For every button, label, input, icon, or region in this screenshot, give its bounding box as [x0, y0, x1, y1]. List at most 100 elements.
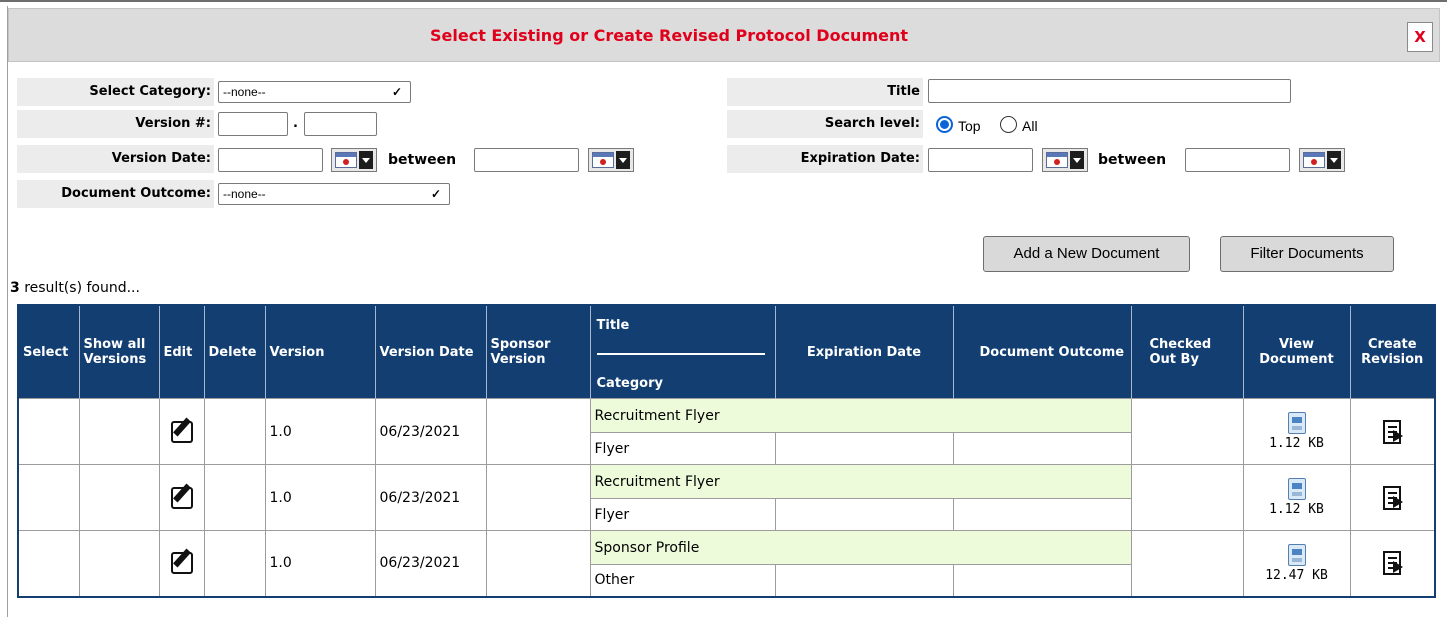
outcome-select[interactable]: --none-- ✓ — [218, 183, 450, 205]
select-cell[interactable] — [17, 530, 80, 597]
edit-icon[interactable] — [170, 552, 193, 575]
create-revision-icon[interactable] — [1383, 485, 1404, 510]
header-title-category: Title Category — [590, 305, 776, 399]
delete-cell[interactable] — [203, 530, 266, 597]
header-edit: Edit — [159, 305, 205, 399]
title-cell: Recruitment Flyer — [589, 398, 1132, 433]
word-document-icon[interactable] — [1287, 543, 1306, 566]
dropdown-arrow-icon — [1070, 151, 1084, 169]
version-date-to-input[interactable] — [474, 148, 579, 172]
create-revision-icon[interactable] — [1383, 551, 1404, 576]
header-version-date: Version Date — [375, 305, 487, 399]
checked-out-by-cell — [1130, 398, 1244, 465]
expiration-date-cell — [774, 564, 954, 597]
create-revision-cell[interactable] — [1349, 464, 1436, 531]
category-select-value: --none-- — [223, 85, 266, 99]
outcome-label: Document Outcome: — [17, 180, 214, 208]
search-level-top-radio[interactable] — [936, 116, 953, 133]
version-label: Version #: — [17, 110, 214, 138]
edit-cell[interactable] — [158, 530, 205, 597]
create-revision-cell[interactable] — [1349, 530, 1436, 597]
table-row: 1.0 06/23/2021 Recruitment Flyer 1.12 KB — [17, 464, 1436, 531]
delete-cell[interactable] — [203, 398, 266, 465]
header-expiration-date: Expiration Date — [775, 305, 954, 399]
checked-out-by-cell — [1130, 530, 1244, 597]
show-all-versions-cell[interactable] — [78, 530, 160, 597]
sponsor-version-cell — [485, 398, 591, 465]
category-label: Select Category: — [17, 78, 214, 106]
search-level-all-radio[interactable] — [1000, 116, 1017, 133]
version-cell: 1.0 — [264, 464, 376, 531]
delete-cell[interactable] — [203, 464, 266, 531]
expiration-date-to-input[interactable] — [1185, 148, 1290, 172]
filter-documents-button[interactable]: Filter Documents — [1220, 236, 1394, 272]
view-document-cell[interactable]: 1.12 KB — [1242, 464, 1351, 531]
show-all-versions-cell[interactable] — [78, 398, 160, 465]
header-sponsor-version: Sponsor Version — [486, 305, 591, 399]
show-all-versions-cell[interactable] — [78, 464, 160, 531]
dialog-title: Select Existing or Create Revised Protoc… — [430, 26, 908, 45]
search-level-all-label: All — [1022, 118, 1038, 134]
version-cell: 1.0 — [264, 398, 376, 465]
table-header-row: Select Show all Versions Edit Delete Ver… — [18, 305, 1435, 399]
calendar-icon — [335, 152, 357, 168]
dropdown-arrow-icon — [616, 151, 630, 169]
file-size: 1.12 KB — [1269, 436, 1324, 451]
version-date-to-calendar-button[interactable] — [588, 148, 634, 172]
category-cell: Flyer — [589, 498, 776, 531]
calendar-icon — [1303, 152, 1325, 168]
documents-table: Select Show all Versions Edit Delete Ver… — [17, 304, 1436, 598]
edit-cell[interactable] — [158, 398, 205, 465]
expiration-date-to-calendar-button[interactable] — [1299, 148, 1345, 172]
results-number: 3 — [10, 280, 20, 296]
create-revision-icon[interactable] — [1383, 419, 1404, 444]
file-size: 12.47 KB — [1265, 567, 1328, 583]
header-title: Title — [596, 318, 630, 333]
category-select[interactable]: --none-- ✓ — [218, 81, 411, 103]
search-level-label: Search level: — [727, 110, 923, 138]
expiration-date-label: Expiration Date: — [727, 145, 923, 173]
select-cell[interactable] — [17, 464, 80, 531]
version-minor-input[interactable] — [304, 112, 377, 136]
results-suffix: result(s) found... — [19, 280, 140, 296]
expiration-date-from-calendar-button[interactable] — [1042, 148, 1088, 172]
sponsor-version-cell — [485, 530, 591, 597]
version-date-from-input[interactable] — [218, 148, 323, 172]
dropdown-arrow-icon — [1327, 151, 1341, 169]
view-document-cell[interactable]: 12.47 KB — [1242, 530, 1351, 597]
edit-icon[interactable] — [170, 486, 193, 509]
header-category: Category — [596, 376, 663, 391]
close-button[interactable]: X — [1407, 22, 1433, 52]
category-cell: Other — [589, 564, 776, 597]
table-row: 1.0 06/23/2021 Sponsor Profile 12.47 KB — [17, 530, 1436, 597]
search-level-top-label: Top — [958, 118, 981, 134]
document-outcome-cell — [952, 564, 1132, 597]
title-input[interactable] — [928, 79, 1291, 103]
version-date-from-calendar-button[interactable] — [331, 148, 377, 172]
sponsor-version-cell — [485, 464, 591, 531]
version-date-cell: 06/23/2021 — [374, 398, 487, 465]
edit-icon[interactable] — [170, 420, 193, 443]
calendar-icon — [592, 152, 614, 168]
outcome-select-value: --none-- — [223, 187, 266, 201]
version-date-cell: 06/23/2021 — [374, 530, 487, 597]
add-new-document-button[interactable]: Add a New Document — [983, 236, 1190, 272]
rtf-document-icon[interactable] — [1287, 412, 1306, 434]
expiration-date-from-input[interactable] — [928, 148, 1033, 172]
checked-out-by-cell — [1130, 464, 1244, 531]
title-cell: Recruitment Flyer — [589, 464, 1132, 499]
view-document-cell[interactable]: 1.12 KB — [1242, 398, 1351, 465]
header-version: Version — [265, 305, 376, 399]
rtf-document-icon[interactable] — [1287, 478, 1306, 500]
version-major-input[interactable] — [218, 112, 288, 136]
edit-cell[interactable] — [158, 464, 205, 531]
file-size: 1.12 KB — [1269, 502, 1324, 517]
header-document-outcome: Document Outcome — [953, 305, 1132, 399]
select-cell[interactable] — [17, 398, 80, 465]
expiration-date-cell — [774, 498, 954, 531]
header-divider — [596, 353, 765, 355]
header-select: Select — [18, 305, 80, 399]
title-label: Title — [727, 78, 923, 106]
document-outcome-cell — [952, 498, 1132, 531]
create-revision-cell[interactable] — [1349, 398, 1436, 465]
